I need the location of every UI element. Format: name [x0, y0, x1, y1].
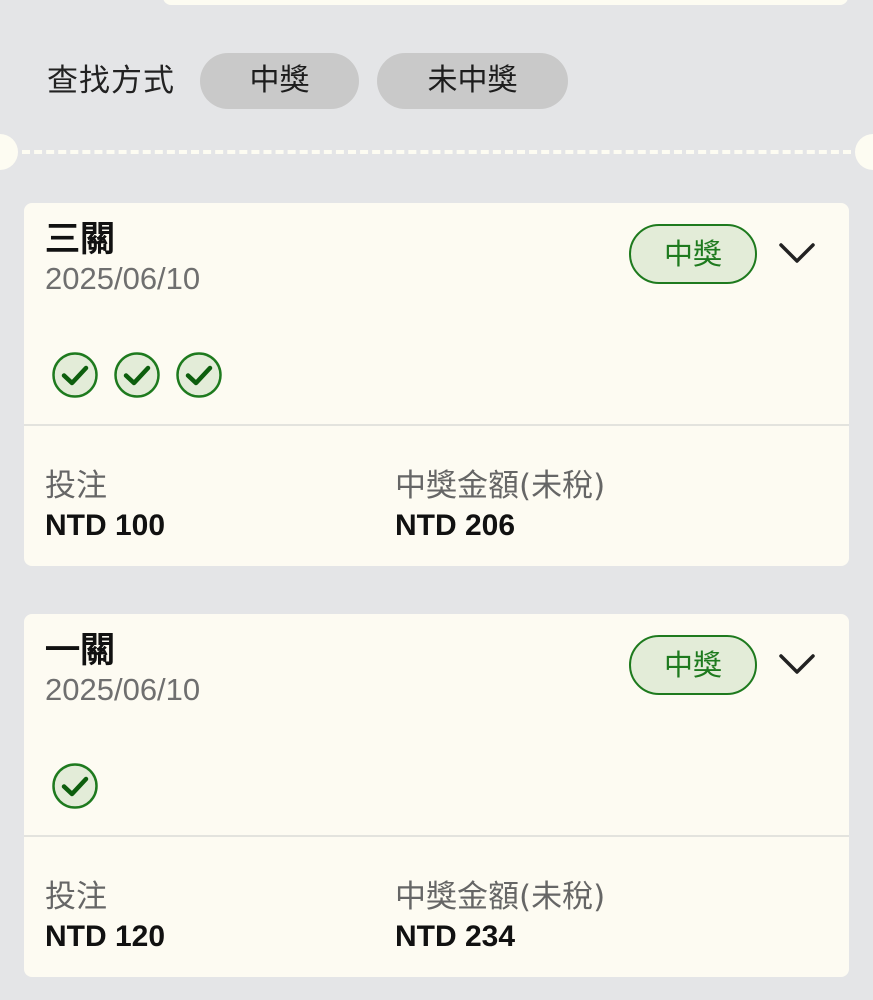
bet-amount-value: NTD 120 [45, 920, 166, 953]
filter-chip-won[interactable]: 中獎 [200, 53, 359, 109]
bet-amount: 投注 NTD 120 [45, 878, 165, 955]
bet-amount-value: NTD 100 [45, 509, 166, 542]
win-amount: 中獎金額(未稅) NTD 206 [395, 467, 605, 544]
bet-card-title: 三關 [45, 220, 116, 260]
check-circle-icon [52, 352, 98, 398]
separator-notch-right [855, 134, 873, 170]
status-badge: 中獎 [629, 635, 757, 695]
chevron-down-icon[interactable] [777, 239, 817, 267]
filter-row: 查找方式 中獎 未中獎 [0, 53, 873, 109]
leg-results [51, 762, 99, 810]
check-circle-icon [114, 352, 160, 398]
win-amount-label: 中獎金額(未稅) [395, 879, 606, 915]
bet-card[interactable]: 三關 2025/06/10 中獎 投注 NTD 100 中獎金額(未稅) NTD… [24, 203, 849, 566]
status-badge: 中獎 [629, 224, 757, 284]
check-circle-icon [52, 763, 98, 809]
bet-card-date: 2025/06/10 [45, 672, 201, 707]
card-divider [24, 835, 849, 837]
win-amount-label: 中獎金額(未稅) [395, 468, 606, 504]
bet-card[interactable]: 一關 2025/06/10 中獎 投注 NTD 120 中獎金額(未稅) NTD… [24, 614, 849, 977]
check-circle-icon [176, 352, 222, 398]
dashed-line [22, 150, 851, 154]
bet-amount-label: 投注 [45, 879, 107, 915]
filter-chip-not-won[interactable]: 未中獎 [377, 53, 568, 109]
bet-amount-label: 投注 [45, 468, 107, 504]
card-divider [24, 424, 849, 426]
bet-card-title: 一關 [45, 631, 116, 671]
bet-amount: 投注 NTD 100 [45, 467, 165, 544]
leg-results [51, 351, 223, 399]
chevron-down-icon[interactable] [777, 650, 817, 678]
win-amount-value: NTD 234 [395, 920, 516, 953]
separator-notch-left [0, 134, 18, 170]
win-amount: 中獎金額(未稅) NTD 234 [395, 878, 605, 955]
win-amount-value: NTD 206 [395, 509, 516, 542]
bet-card-date: 2025/06/10 [45, 261, 201, 296]
ticket-separator [0, 134, 873, 170]
filter-label: 查找方式 [47, 63, 175, 99]
previous-card-edge [163, 0, 848, 5]
